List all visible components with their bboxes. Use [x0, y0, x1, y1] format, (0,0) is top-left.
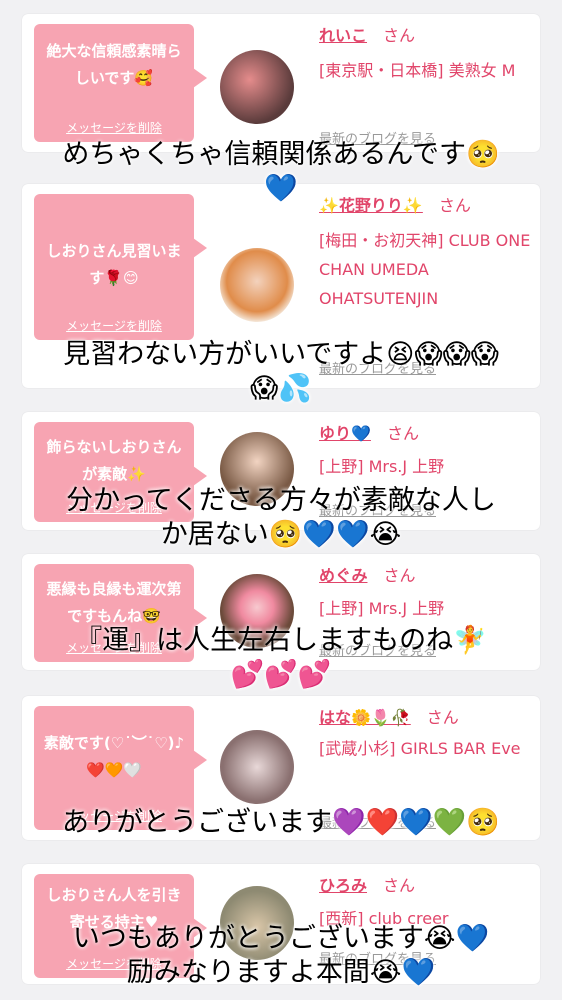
message-card: 絶大な信頼感素晴らしいです🥰 メッセージを削除 れいこ さん [東京駅・日本橋] … — [22, 14, 540, 152]
caption-line: 『運』は人生左右しますものね🧚 — [75, 625, 487, 656]
sender-name[interactable]: はな🌼🌷🥀 さん — [319, 704, 459, 728]
caption-line: 見習わない方がいいですよ😫😱😱😱 — [63, 339, 499, 370]
caption-line: 😱💦 — [250, 373, 312, 404]
message-bubble: 絶大な信頼感素晴らしいです🥰 メッセージを削除 — [34, 24, 207, 142]
message-text: 飾らないしおりさんが素敵✨ — [46, 438, 182, 483]
sender-name[interactable]: れいこ さん — [319, 22, 415, 46]
sender-name[interactable]: めぐみ さん — [319, 562, 416, 586]
caption-line: いつもありがとうございます😭💙 — [72, 923, 490, 954]
caption-overlay: ありがとうございます💜❤️💙💚🥺 — [0, 806, 562, 840]
avatar[interactable] — [220, 248, 294, 322]
caption-line: 励みなりますよ本間😭💙 — [126, 957, 436, 988]
caption-overlay: 見習わない方がいいですよ😫😱😱😱 😱💦 — [0, 338, 562, 406]
caption-line: か居ない🥺💙💙😭 — [160, 519, 402, 550]
caption-line: めちゃくちゃ信頼関係あるんです🥺 — [62, 139, 500, 170]
caption-line: 💕💕💕 — [230, 659, 332, 690]
caption-overlay: いつもありがとうございます😭💙 励みなりますよ本間😭💙 — [0, 922, 562, 990]
caption-line: ありがとうございます💜❤️💙💚🥺 — [61, 807, 501, 838]
caption-overlay: 『運』は人生左右しますものね🧚 💕💕💕 — [0, 624, 562, 692]
caption-overlay: めちゃくちゃ信頼関係あるんです🥺 💙 — [0, 138, 562, 206]
sender-name[interactable]: ひろみ さん — [319, 872, 415, 896]
caption-line: 分かってくださる方々が素敵な人し — [66, 485, 496, 516]
message-bubble: しおりさん見習います🌹😊 メッセージを削除 — [34, 194, 207, 340]
shop-name: [梅田・お初天神] CLUB ONE CHAN UMEDA OHATSUTENJ… — [319, 231, 531, 308]
shop-name: [上野] Mrs.J 上野 — [319, 599, 445, 618]
message-text: 素敵です(♡˙︶˙♡)♪❤️🧡🤍 — [43, 734, 185, 779]
message-text: 悪縁も良縁も運次第ですもんね🤓 — [46, 580, 182, 625]
delete-message-link[interactable]: メッセージを削除 — [34, 317, 194, 334]
shop-name: [上野] Mrs.J 上野 — [319, 457, 445, 476]
shop-name: [武蔵小杉] GIRLS BAR Eve — [319, 739, 521, 758]
sender-name[interactable]: ゆり💙 さん — [319, 420, 419, 444]
message-text: しおりさん見習います🌹😊 — [46, 242, 182, 287]
message-text: 絶大な信頼感素晴らしいです🥰 — [46, 42, 182, 87]
caption-overlay: 分かってくださる方々が素敵な人し か居ない🥺💙💙😭 — [0, 484, 562, 552]
shop-name: [東京駅・日本橋] 美熟女 M — [319, 61, 516, 80]
avatar[interactable] — [220, 50, 294, 124]
avatar[interactable] — [220, 730, 294, 804]
caption-line: 💙 — [264, 173, 298, 204]
delete-message-link[interactable]: メッセージを削除 — [34, 119, 194, 136]
